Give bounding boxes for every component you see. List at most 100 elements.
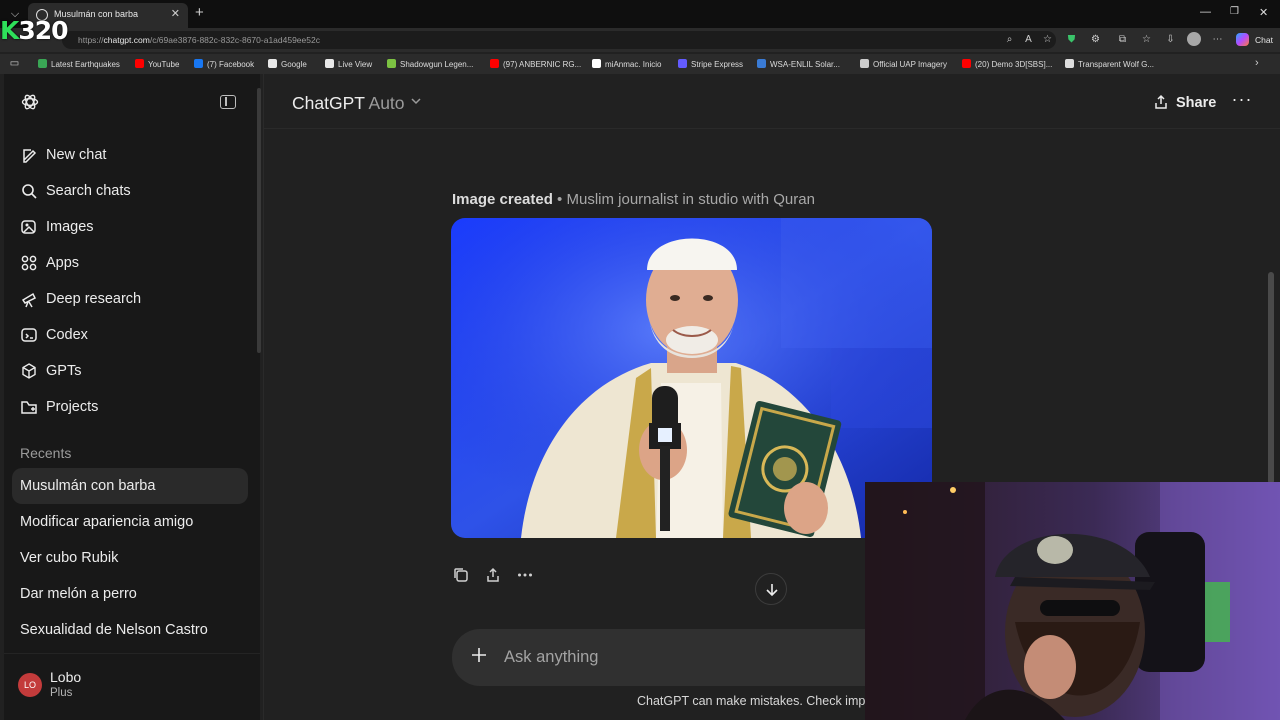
bookmark-label: Live View xyxy=(338,60,373,69)
images-icon xyxy=(21,220,36,234)
sidebar-item-new-chat[interactable]: New chat xyxy=(12,138,248,172)
sidebar-item-label: Search chats xyxy=(46,183,131,199)
bookmark-label: (7) Facebook xyxy=(207,60,255,69)
recent-chat-item[interactable]: Modificar apariencia amigo xyxy=(12,504,248,540)
favorite-star-icon[interactable]: ☆ xyxy=(1041,33,1054,46)
image-caption: Image created • Muslim journalist in stu… xyxy=(452,191,815,208)
sidebar-item-projects[interactable]: Projects xyxy=(12,390,248,424)
sidebar-item-images[interactable]: Images xyxy=(12,210,248,244)
user-name[interactable]: Lobo xyxy=(50,669,81,685)
image-description: Muslim journalist in studio with Quran xyxy=(566,191,815,208)
window-close-icon[interactable]: ✕ xyxy=(1259,6,1268,19)
sidebar-item-label: GPTs xyxy=(46,363,82,379)
zoom-icon[interactable]: ⌕ xyxy=(1003,33,1016,46)
shield-extension-icon[interactable]: ⛊ xyxy=(1065,33,1078,46)
divider xyxy=(264,128,1280,129)
minimize-icon[interactable]: — xyxy=(1200,6,1211,18)
prompt-input[interactable]: Ask anything xyxy=(504,648,598,667)
bookmark-item[interactable]: Transparent Wolf G... xyxy=(1065,59,1154,69)
bookmark-favicon-icon xyxy=(962,59,971,68)
restore-icon[interactable]: ❐ xyxy=(1230,6,1239,17)
sidebar-item-deep-research[interactable]: Deep research xyxy=(12,282,248,316)
read-aloud-icon[interactable]: A xyxy=(1022,33,1035,46)
recent-chat-item[interactable]: Dar melón a perro xyxy=(12,576,248,612)
recent-chat-item[interactable]: Sexualidad de Nelson Castro xyxy=(12,612,248,648)
plus-icon[interactable] xyxy=(470,646,488,664)
extensions-icon[interactable]: ⚙ xyxy=(1089,33,1102,46)
image-status: Image created xyxy=(452,191,553,208)
chevron-down-icon[interactable] xyxy=(410,95,422,107)
composer[interactable]: Ask anything xyxy=(452,629,932,686)
generated-image[interactable] xyxy=(451,218,932,538)
conversation-scrollbar[interactable] xyxy=(1268,272,1274,484)
copilot-icon[interactable] xyxy=(1236,33,1249,46)
bookmark-label: Google xyxy=(281,60,307,69)
recent-chat-label: Dar melón a perro xyxy=(20,586,137,602)
recent-chat-label: Musulmán con barba xyxy=(20,478,156,494)
divider xyxy=(4,653,260,654)
bookmark-item[interactable]: (20) Demo 3D[SBS]... xyxy=(962,59,1052,69)
browser-menu-icon[interactable]: ⋯ xyxy=(1211,33,1224,46)
copilot-label[interactable]: Chat xyxy=(1255,35,1273,45)
new-chat-icon xyxy=(23,149,37,163)
bookmark-label: YouTube xyxy=(148,60,180,69)
recents-heading: Recents xyxy=(20,445,72,461)
sidebar-item-gpts[interactable]: GPTs xyxy=(12,354,248,388)
telescope-icon xyxy=(21,292,37,308)
bookmark-item[interactable]: Official UAP Imagery xyxy=(860,59,947,69)
bookmark-favicon-icon xyxy=(490,59,499,68)
favorites-icon[interactable]: ☆ xyxy=(1140,33,1153,46)
bookmarks-list-icon[interactable]: ▭ xyxy=(8,57,21,70)
recent-chat-item[interactable]: Musulmán con barba xyxy=(12,468,248,504)
apps-icon xyxy=(21,255,37,271)
bookmark-item[interactable]: Shadowgun Legen... xyxy=(387,59,473,69)
bookmark-item[interactable]: YouTube xyxy=(135,59,179,69)
tab-close-icon[interactable]: ✕ xyxy=(171,7,180,20)
recent-chat-label: Ver cubo Rubik xyxy=(20,550,119,566)
sidebar-toggle-icon[interactable] xyxy=(220,95,236,109)
user-plan: Plus xyxy=(50,687,73,699)
share-button[interactable]: Share xyxy=(1148,90,1220,116)
bookmark-item[interactable]: miAnmac. Inicio xyxy=(592,59,661,69)
bookmark-item[interactable]: (7) Facebook xyxy=(194,59,254,69)
gpts-icon xyxy=(22,363,36,379)
downloads-icon[interactable]: ⇩ xyxy=(1164,33,1177,46)
more-bookmarks-icon[interactable]: › xyxy=(1255,57,1259,69)
model-selector[interactable]: ChatGPT Auto xyxy=(292,93,405,114)
model-name: ChatGPT xyxy=(292,93,365,113)
new-tab-icon[interactable]: + xyxy=(195,4,204,21)
sidebar-item-search-chats[interactable]: Search chats xyxy=(12,174,248,208)
bookmark-label: Official UAP Imagery xyxy=(873,60,947,69)
search-icon xyxy=(22,184,37,199)
chatgpt-logo-icon[interactable] xyxy=(20,92,40,112)
more-actions-icon[interactable] xyxy=(516,566,534,584)
share-image-icon[interactable] xyxy=(484,566,502,584)
bookmark-item[interactable]: WSA-ENLIL Solar... xyxy=(757,59,840,69)
sidebar-item-codex[interactable]: Codex xyxy=(12,318,248,352)
bookmark-item[interactable]: Stripe Express xyxy=(678,59,743,69)
disclaimer-text: ChatGPT can make mistakes. Check importa xyxy=(637,694,887,708)
bookmark-favicon-icon xyxy=(268,59,277,68)
bookmark-item[interactable]: Latest Earthquakes xyxy=(38,59,120,69)
caption-separator: • xyxy=(552,191,567,208)
bookmark-label: WSA-ENLIL Solar... xyxy=(770,60,840,69)
scroll-to-bottom-button[interactable] xyxy=(755,573,787,605)
bookmark-favicon-icon xyxy=(678,59,687,68)
split-screen-icon[interactable]: ⧉ xyxy=(1116,33,1129,46)
arrow-down-icon xyxy=(766,584,778,597)
sidebar-item-apps[interactable]: Apps xyxy=(12,246,248,280)
bookmark-item[interactable]: Live View xyxy=(325,59,372,69)
sidebar-scrollbar[interactable] xyxy=(257,88,261,353)
share-icon xyxy=(1155,94,1167,109)
recent-chat-item[interactable]: Ver cubo Rubik xyxy=(12,540,248,576)
copy-icon[interactable] xyxy=(452,566,470,584)
divider xyxy=(263,74,264,720)
more-options-icon[interactable]: ··· xyxy=(1230,90,1254,112)
bookmark-label: miAnmac. Inicio xyxy=(605,60,662,69)
profile-avatar[interactable] xyxy=(1187,32,1201,46)
avatar[interactable]: LO xyxy=(18,673,42,697)
url-text[interactable]: https://chatgpt.com/c/69ae3876-882c-832c… xyxy=(78,35,320,45)
bookmark-item[interactable]: Google xyxy=(268,59,307,69)
bookmark-item[interactable]: (97) ANBERNIC RG... xyxy=(490,59,581,69)
bookmark-favicon-icon xyxy=(38,59,47,68)
